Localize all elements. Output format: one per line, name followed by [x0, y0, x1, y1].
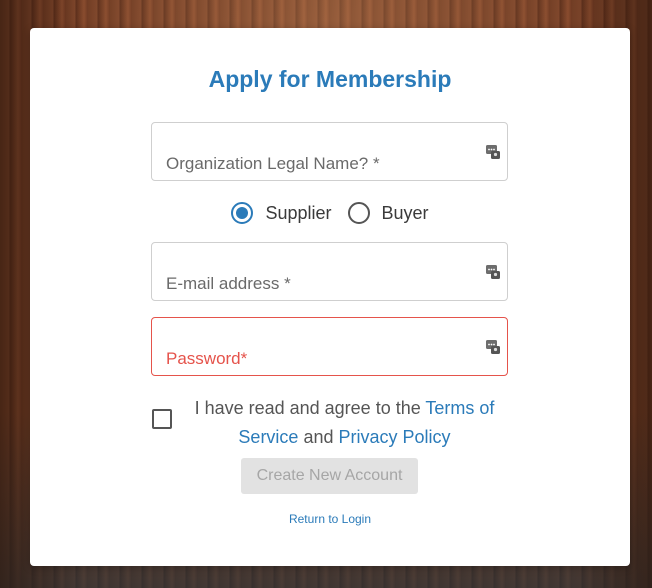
terms-prefix: I have read and agree to the [194, 398, 421, 418]
org-name-input[interactable] [152, 123, 507, 180]
password-manager-icon[interactable] [486, 263, 500, 279]
role-selector: Supplier Buyer [30, 200, 630, 226]
terms-agreement: I have read and agree to the Terms of Se… [151, 392, 508, 452]
terms-conjunction: and [303, 427, 334, 447]
password-input[interactable] [152, 318, 507, 375]
terms-checkbox[interactable] [152, 409, 172, 429]
email-field[interactable] [151, 242, 508, 301]
password-field[interactable] [151, 317, 508, 376]
radio-buyer-control[interactable] [347, 202, 370, 224]
return-to-login-link[interactable]: Return to Login [30, 512, 630, 526]
password-manager-icon[interactable] [486, 338, 500, 354]
radio-buyer-label: Buyer [381, 202, 429, 223]
password-manager-icon[interactable] [486, 143, 500, 159]
page-title: Apply for Membership [208, 66, 452, 92]
email-input[interactable] [152, 243, 507, 300]
org-name-field[interactable] [151, 122, 508, 181]
create-account-button[interactable]: Create New Account [241, 458, 418, 494]
privacy-policy-link[interactable]: Privacy Policy [339, 427, 451, 447]
radio-supplier-control[interactable] [231, 202, 254, 224]
radio-supplier[interactable]: Supplier [231, 202, 332, 224]
terms-text: I have read and agree to the Terms of Se… [181, 394, 508, 452]
radio-supplier-label: Supplier [265, 202, 332, 223]
radio-buyer[interactable]: Buyer [347, 202, 429, 224]
membership-card: Apply for Membership Supplier Buyer [30, 28, 630, 566]
